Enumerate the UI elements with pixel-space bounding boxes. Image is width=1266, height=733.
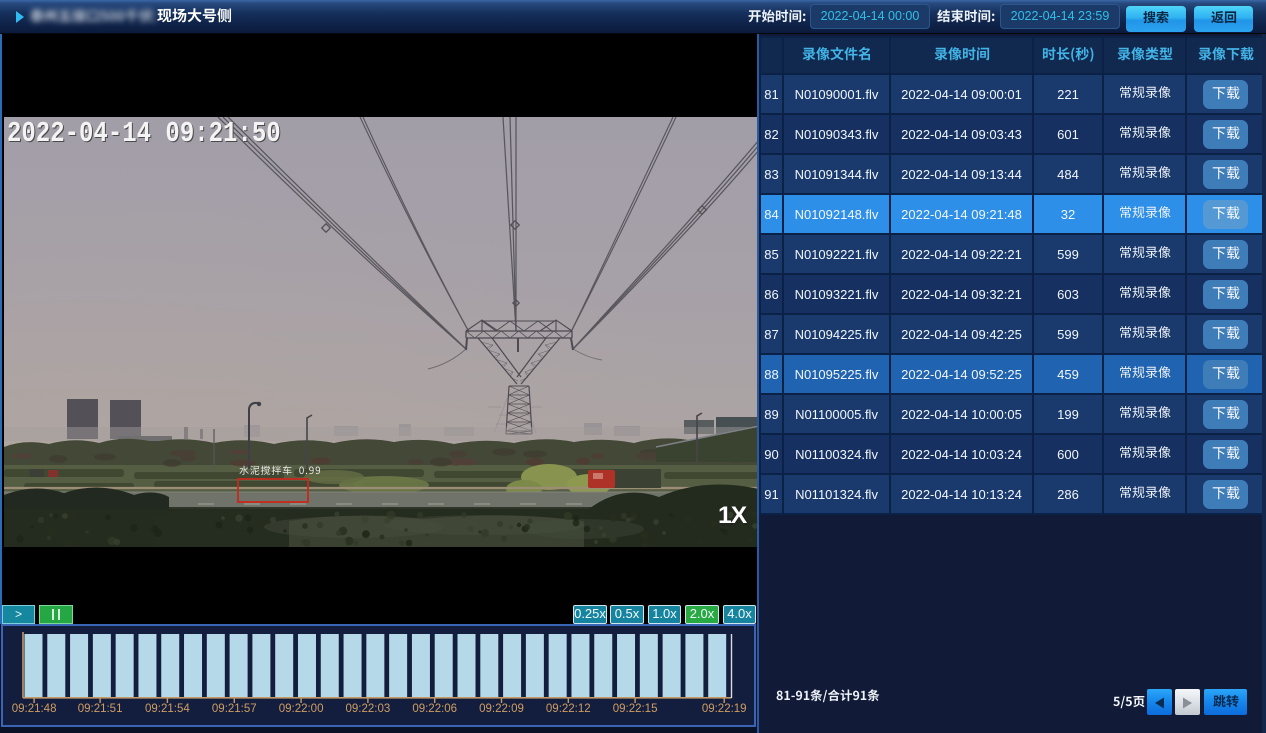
- svg-text:09:22:06: 09:22:06: [412, 703, 457, 715]
- svg-text:09:21:51: 09:21:51: [78, 703, 123, 715]
- svg-text:09:22:00: 09:22:00: [279, 703, 324, 715]
- svg-text:09:21:57: 09:21:57: [212, 703, 257, 715]
- svg-text:09:22:03: 09:22:03: [346, 703, 391, 715]
- svg-text:09:21:54: 09:21:54: [145, 703, 190, 715]
- svg-text:09:21:48: 09:21:48: [12, 703, 57, 715]
- svg-text:09:22:09: 09:22:09: [479, 703, 524, 715]
- svg-text:09:22:12: 09:22:12: [546, 703, 591, 715]
- svg-text:09:22:19: 09:22:19: [702, 703, 747, 715]
- svg-text:09:22:15: 09:22:15: [613, 703, 658, 715]
